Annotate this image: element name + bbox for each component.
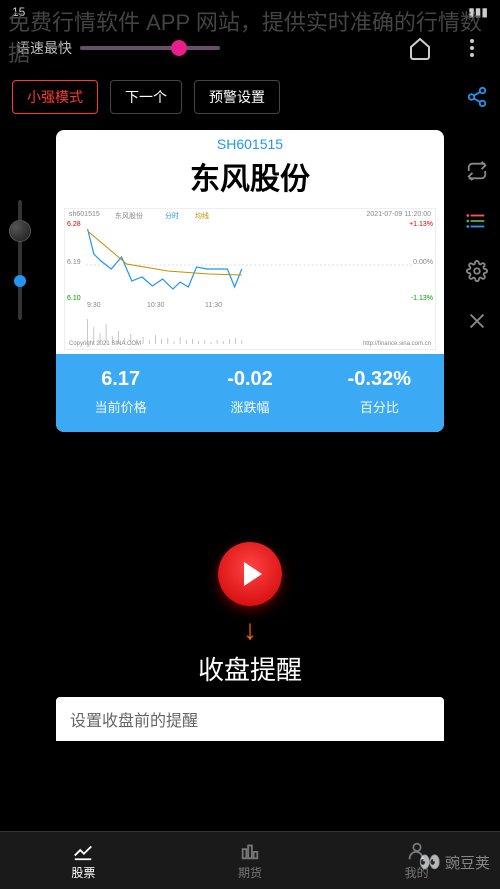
chart-line-icon bbox=[72, 840, 94, 862]
side-tools bbox=[466, 160, 488, 332]
stat-percent: -0.32% 百分比 bbox=[315, 354, 444, 432]
y-tick-r: -1.13% bbox=[411, 295, 433, 302]
footer-brand-text: 豌豆荚 bbox=[445, 852, 490, 873]
chart-legend-diff: 分时 bbox=[165, 211, 179, 221]
chart-legend-avg: 均线 bbox=[195, 211, 209, 221]
stat-change-label: 涨跌幅 bbox=[189, 397, 310, 416]
speed-label: 语速最快 bbox=[16, 38, 72, 58]
status-bar: 15 ▮▮▮ bbox=[0, 0, 500, 24]
play-section: ↓ 收盘提醒 bbox=[0, 542, 500, 687]
x-tick: 9:30 bbox=[87, 302, 101, 309]
y-tick: 6.10 bbox=[67, 295, 81, 302]
stat-change: -0.02 涨跌幅 bbox=[185, 354, 314, 432]
status-indicators: ▮▮▮ bbox=[468, 5, 488, 19]
x-tick: 11:30 bbox=[205, 302, 222, 309]
stat-price: 6.17 当前价格 bbox=[56, 354, 185, 432]
repeat-icon[interactable] bbox=[466, 160, 488, 182]
speed-control[interactable]: 语速最快 bbox=[16, 38, 220, 58]
vertical-slider-dot[interactable] bbox=[14, 275, 26, 287]
nav-futures-label: 期货 bbox=[238, 864, 262, 881]
chart-datetime: 2021-07-09 11:20:00 bbox=[367, 211, 431, 218]
stock-chart[interactable]: sh601515 东风股份 分时 均线 2021-07-09 11:20:00 … bbox=[56, 204, 444, 354]
status-time: 15 bbox=[12, 5, 25, 19]
next-button[interactable]: 下一个 bbox=[110, 80, 182, 114]
chart-copyright: Copyright 2021 SINA.COM bbox=[69, 341, 141, 347]
stat-percent-value: -0.32% bbox=[319, 368, 440, 391]
list-icon[interactable] bbox=[466, 210, 488, 232]
top-toolbar: 语速最快 bbox=[0, 24, 500, 72]
play-icon bbox=[244, 562, 262, 586]
mode-button-row: 小强模式 下一个 预警设置 bbox=[0, 72, 500, 122]
chart-name-label: 东风股份 bbox=[115, 211, 143, 221]
stat-price-label: 当前价格 bbox=[60, 397, 181, 416]
close-icon[interactable] bbox=[466, 310, 488, 332]
x-tick: 10:30 bbox=[147, 302, 165, 309]
stats-row: 6.17 当前价格 -0.02 涨跌幅 -0.32% 百分比 bbox=[56, 354, 444, 432]
share-icon[interactable] bbox=[466, 86, 488, 108]
stock-ticker: SH601515 bbox=[56, 130, 444, 152]
chart-code: sh601515 bbox=[69, 211, 100, 218]
closing-reminder-title: 收盘提醒 bbox=[0, 650, 500, 687]
gear-icon[interactable] bbox=[466, 260, 488, 282]
stat-change-value: -0.02 bbox=[189, 368, 310, 391]
y-tick-r: 0.00% bbox=[413, 259, 433, 266]
y-tick: 6.19 bbox=[67, 259, 81, 266]
alert-settings-button[interactable]: 预警设置 bbox=[194, 80, 280, 114]
y-tick: 6.28 bbox=[67, 221, 81, 228]
nav-futures[interactable]: 期货 bbox=[167, 832, 334, 889]
stat-price-value: 6.17 bbox=[60, 368, 181, 391]
nav-stocks-label: 股票 bbox=[71, 864, 95, 881]
vertical-slider-thumb[interactable] bbox=[9, 220, 31, 242]
more-vertical-icon[interactable] bbox=[460, 36, 484, 60]
play-button[interactable] bbox=[218, 542, 282, 606]
strong-mode-button[interactable]: 小强模式 bbox=[12, 80, 98, 114]
chart-svg bbox=[65, 209, 435, 349]
eyes-icon: 👀 bbox=[419, 852, 441, 873]
arrow-down-icon: ↓ bbox=[0, 614, 500, 646]
y-tick-r: +1.13% bbox=[409, 221, 433, 228]
closing-reminder-box[interactable]: 设置收盘前的提醒 bbox=[56, 697, 444, 741]
stat-percent-label: 百分比 bbox=[319, 397, 440, 416]
nav-stocks[interactable]: 股票 bbox=[0, 832, 167, 889]
stock-card: SH601515 东风股份 sh601515 东风股份 分时 均线 2021-0… bbox=[56, 130, 444, 432]
footer-brand: 👀 豌豆荚 bbox=[419, 852, 490, 873]
home-icon[interactable] bbox=[408, 36, 432, 60]
stock-name: 东风股份 bbox=[56, 152, 444, 204]
bar-chart-icon bbox=[239, 840, 261, 862]
vertical-slider[interactable] bbox=[18, 200, 22, 320]
chart-source: http://finance.sina.com.cn bbox=[363, 341, 431, 347]
speed-slider-thumb[interactable] bbox=[171, 40, 187, 56]
speed-slider-track[interactable] bbox=[80, 46, 220, 50]
